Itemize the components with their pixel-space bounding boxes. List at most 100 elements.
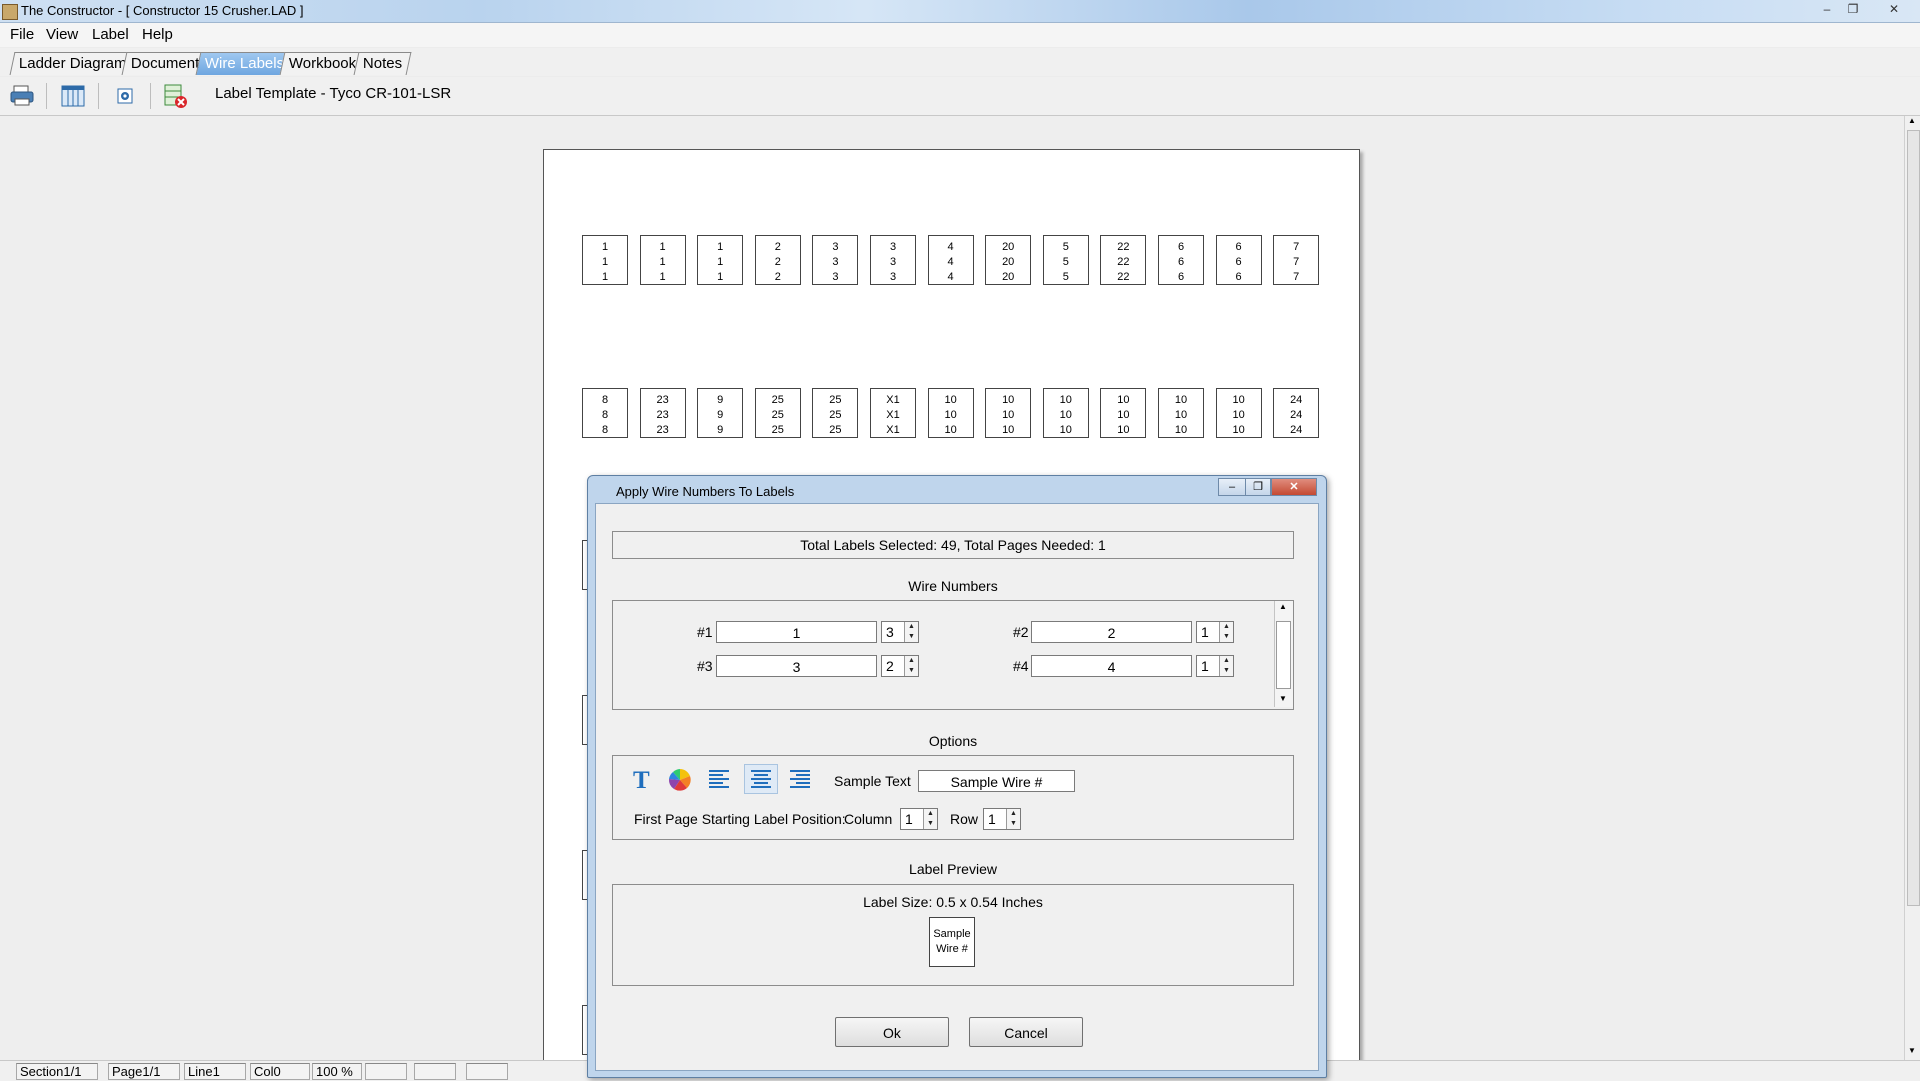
wire-label[interactable]: 10 10 10 <box>985 388 1032 438</box>
font-icon[interactable]: T <box>629 766 655 796</box>
wire-label[interactable]: 8 8 8 <box>582 388 628 438</box>
wire-label[interactable]: 3 3 3 <box>870 235 916 285</box>
wire-label[interactable]: 5 5 5 <box>1042 235 1089 285</box>
wire-label[interactable]: 2 2 2 <box>754 235 801 285</box>
spin-up-icon[interactable]: ▲ <box>1007 809 1020 819</box>
menu-help[interactable]: Help <box>142 26 173 43</box>
wire-label-number: 7 <box>1293 271 1300 283</box>
wire-label[interactable]: 3 3 3 <box>812 235 859 285</box>
spin-up-icon[interactable]: ▲ <box>1220 622 1233 632</box>
menu-label[interactable]: Label <box>92 26 129 43</box>
spin-up-icon[interactable]: ▲ <box>924 809 937 819</box>
wire-number-1-count-stepper[interactable]: 3 ▲ ▼ <box>881 621 919 643</box>
wire-label-number: 3 <box>889 241 897 253</box>
wire-number-3-count: 2 <box>886 658 894 674</box>
wire-label-number: 24 <box>1290 394 1303 406</box>
column-stepper[interactable]: 1 ▲ ▼ <box>900 808 938 830</box>
delete-labels-icon[interactable] <box>163 83 189 109</box>
wire-label[interactable]: 23 23 23 <box>639 388 686 438</box>
wire-label[interactable]: 25 25 25 <box>812 388 859 438</box>
align-center-icon[interactable] <box>744 764 778 794</box>
wire-label-number: 10 <box>944 394 957 406</box>
vertical-scrollbar[interactable]: ▲ ▼ <box>1904 116 1920 1060</box>
spin-down-icon[interactable]: ▼ <box>905 632 918 642</box>
align-left-icon[interactable] <box>708 768 732 794</box>
wire-label[interactable]: 10 10 10 <box>1215 388 1262 438</box>
settings-icon[interactable] <box>112 83 138 109</box>
wire-label[interactable]: 4 4 4 <box>927 235 974 285</box>
spin-down-icon[interactable]: ▼ <box>1220 666 1233 676</box>
wire-number-3-input[interactable]: 3 <box>716 655 877 677</box>
tab-ladder-diagram[interactable]: Ladder Diagram <box>9 52 137 75</box>
spin-up-icon[interactable]: ▲ <box>1220 656 1233 666</box>
wire-label[interactable]: 10 10 10 <box>1042 388 1089 438</box>
tab-notes[interactable]: Notes <box>353 52 412 75</box>
wire-label[interactable]: 10 10 10 <box>1100 388 1147 438</box>
minimize-button[interactable]: – <box>1816 2 1838 16</box>
scroll-down-icon[interactable]: ▼ <box>1279 694 1287 703</box>
spin-up-icon[interactable]: ▲ <box>905 622 918 632</box>
window-title: The Constructor - [ Constructor 15 Crush… <box>21 3 304 18</box>
scrollbar-thumb[interactable] <box>1276 621 1291 689</box>
restore-button[interactable]: ❐ <box>1842 2 1864 16</box>
wire-label[interactable]: X1 X1 X1 <box>870 388 916 438</box>
wire-label[interactable]: 9 9 9 <box>697 388 744 438</box>
tab-workbook[interactable]: Workbook <box>279 52 366 75</box>
spin-down-icon[interactable]: ▼ <box>924 819 937 829</box>
color-wheel-icon[interactable] <box>668 768 692 796</box>
wire-label-number: 10 <box>1117 424 1130 436</box>
wire-number-3-count-stepper[interactable]: 2 ▲ ▼ <box>881 655 919 677</box>
spin-down-icon[interactable]: ▼ <box>1220 632 1233 642</box>
wire-label[interactable]: 22 22 22 <box>1100 235 1147 285</box>
wire-label-number: 10 <box>1174 394 1188 406</box>
wire-label[interactable]: 6 6 6 <box>1215 235 1262 285</box>
wire-label-number: 7 <box>1293 256 1300 268</box>
wire-number-2-count-stepper[interactable]: 1 ▲ ▼ <box>1196 621 1234 643</box>
wire-numbers-scrollbar[interactable]: ▲ ▼ <box>1274 601 1293 707</box>
title-bar: The Constructor - [ Constructor 15 Crush… <box>0 0 1920 23</box>
spin-down-icon[interactable]: ▼ <box>905 666 918 676</box>
dialog-maximize-button[interactable]: ❐ <box>1245 478 1271 496</box>
print-icon[interactable] <box>9 83 35 109</box>
sample-text-input[interactable]: Sample Wire # <box>918 770 1075 792</box>
dialog-close-button[interactable]: ✕ <box>1271 478 1317 496</box>
cancel-button[interactable]: Cancel <box>969 1017 1083 1047</box>
wire-label[interactable]: 1 1 1 <box>697 235 744 285</box>
wire-label-number: 1 <box>659 256 666 268</box>
status-section: Section1/1 <box>16 1063 98 1080</box>
wire-label-number: 9 <box>717 394 724 406</box>
wire-number-4-count-stepper[interactable]: 1 ▲ ▼ <box>1196 655 1234 677</box>
scroll-down-icon[interactable]: ▼ <box>1908 1046 1916 1055</box>
tab-wire-labels[interactable]: Wire Labels <box>195 52 294 75</box>
scrollbar-thumb[interactable] <box>1907 130 1920 906</box>
ok-button[interactable]: Ok <box>835 1017 949 1047</box>
wire-number-2-input[interactable]: 2 <box>1031 621 1192 643</box>
close-button[interactable]: ✕ <box>1883 2 1905 16</box>
row-stepper[interactable]: 1 ▲ ▼ <box>983 808 1021 830</box>
wire-label[interactable]: 7 7 7 <box>1273 235 1320 285</box>
wire-number-1-input[interactable]: 1 <box>716 621 877 643</box>
grid-icon[interactable] <box>60 83 86 109</box>
wire-label-number: 20 <box>1002 271 1015 283</box>
wire-label[interactable]: 10 10 10 <box>927 388 974 438</box>
wire-label[interactable]: 6 6 6 <box>1158 235 1204 285</box>
scroll-up-icon[interactable]: ▲ <box>1279 602 1287 611</box>
wire-number-4-input[interactable]: 4 <box>1031 655 1192 677</box>
align-right-icon[interactable] <box>787 768 811 794</box>
wire-label[interactable]: 20 20 20 <box>985 235 1032 285</box>
spin-down-icon[interactable]: ▼ <box>1007 819 1020 829</box>
dialog-minimize-button[interactable]: – <box>1218 478 1246 496</box>
wire-label[interactable]: 25 25 25 <box>754 388 801 438</box>
wire-label[interactable]: 10 10 10 <box>1158 388 1204 438</box>
wire-label-number: 10 <box>1002 394 1015 406</box>
toolbar-separator <box>150 83 151 109</box>
wire-label[interactable]: 24 24 24 <box>1273 388 1320 438</box>
menu-file[interactable]: File <box>10 26 34 43</box>
menu-view[interactable]: View <box>46 26 78 43</box>
wire-label[interactable]: 1 1 1 <box>639 235 686 285</box>
scroll-up-icon[interactable]: ▲ <box>1908 116 1916 125</box>
wire-label[interactable]: 1 1 1 <box>582 235 628 285</box>
spin-up-icon[interactable]: ▲ <box>905 656 918 666</box>
wire-label-number: 23 <box>656 394 669 406</box>
sample-text-label: Sample Text <box>834 773 911 789</box>
